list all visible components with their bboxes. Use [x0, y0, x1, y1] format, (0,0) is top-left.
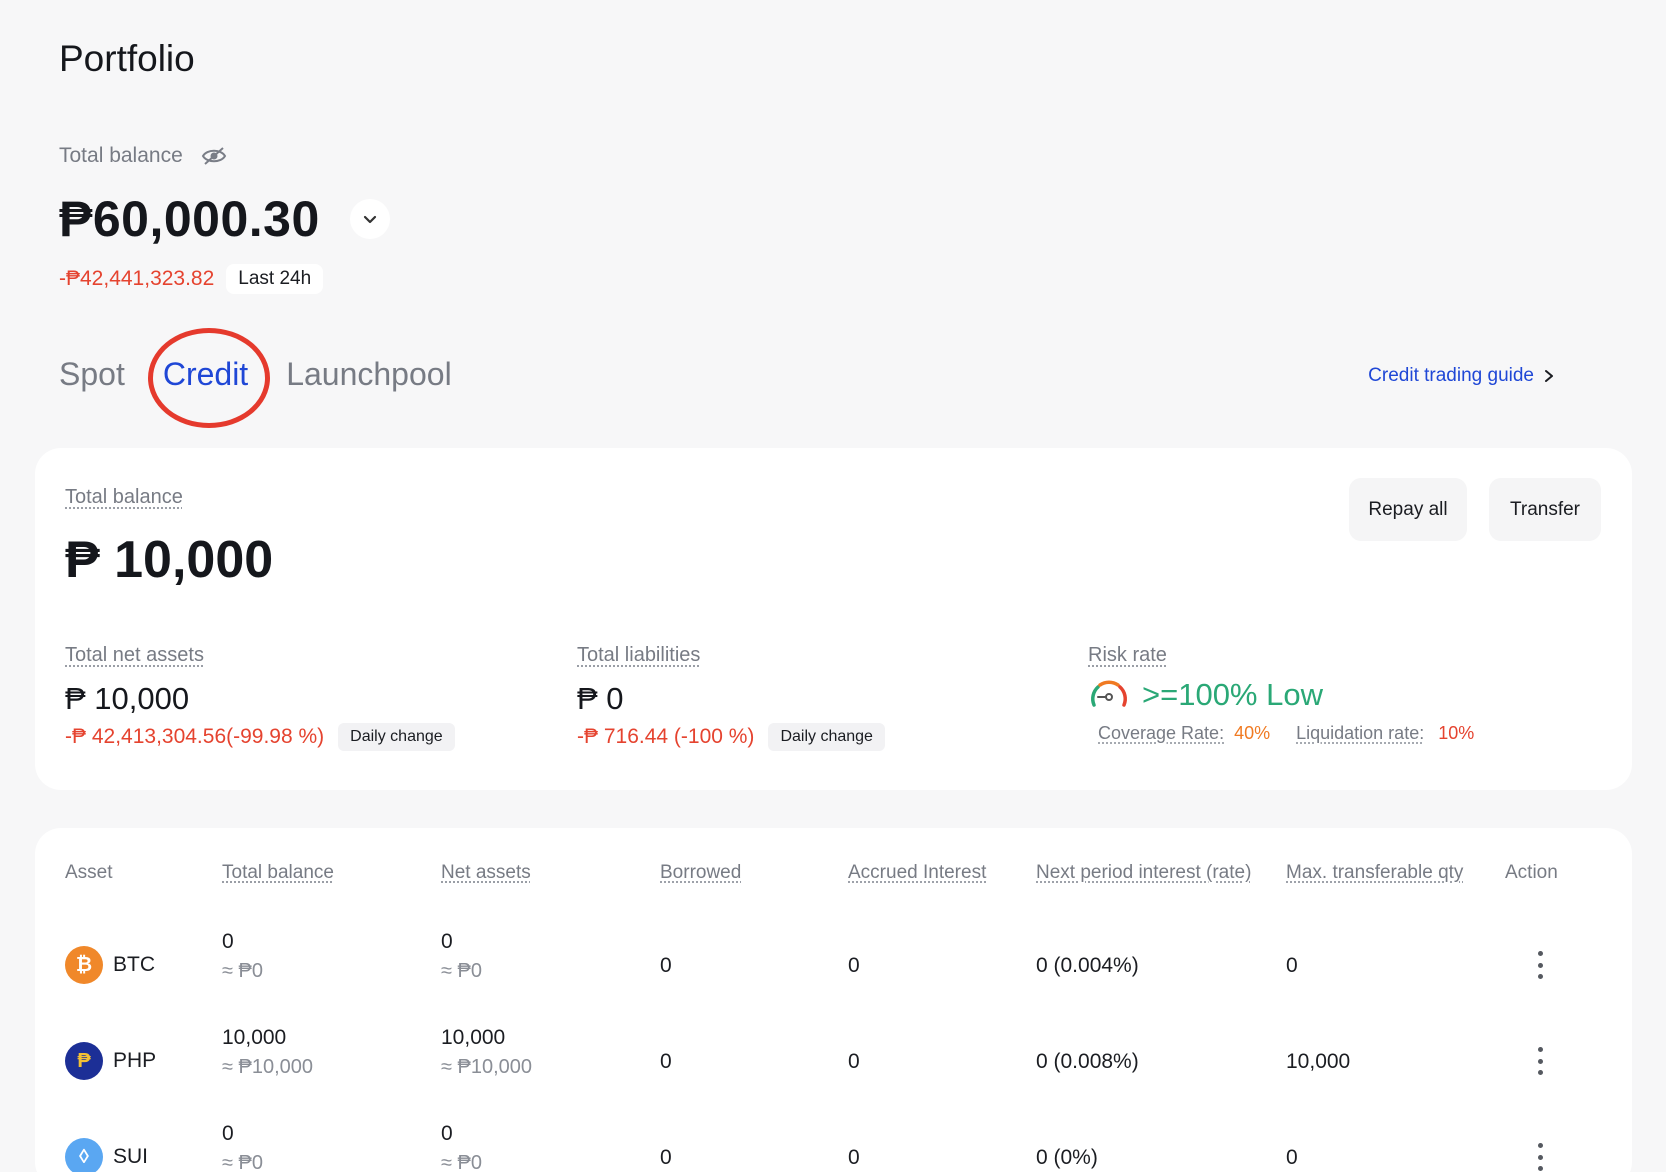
total-balance-amount: ₱60,000.30: [59, 190, 320, 248]
net-assets-change: -₱ 42,413,304.56(-99.98 %): [65, 725, 324, 749]
borrowed-cell: 0: [660, 1050, 672, 1074]
liabilities-metric: Total liabilities ₱ 0 -₱ 716.44 (-100 %)…: [577, 644, 885, 751]
period-badge: Last 24h: [226, 264, 323, 294]
max-transferable-cell: 0: [1286, 954, 1298, 978]
guide-link-label: Credit trading guide: [1368, 365, 1534, 387]
coverage-rate-label[interactable]: Coverage Rate:: [1098, 723, 1224, 744]
borrowed-cell: 0: [660, 1146, 672, 1170]
max-transferable-cell: 10,000: [1286, 1050, 1350, 1074]
header-total-balance[interactable]: Total balance: [222, 862, 334, 884]
more-vertical-icon[interactable]: [1525, 1044, 1555, 1078]
net-assets-value: 0: [441, 930, 453, 953]
coverage-rate-value: 40%: [1234, 723, 1270, 744]
net-assets-label[interactable]: Total net assets: [65, 644, 455, 667]
next-interest-cell: 0 (0%): [1036, 1146, 1098, 1170]
net-assets-value: ₱ 10,000: [65, 681, 455, 717]
more-vertical-icon[interactable]: [1525, 948, 1555, 982]
liabilities-change: -₱ 716.44 (-100 %): [577, 725, 754, 749]
net-assets-value: 10,000: [441, 1026, 505, 1049]
chevron-down-icon[interactable]: [350, 199, 390, 239]
total-balance-value: 10,000: [222, 1026, 286, 1049]
chevron-right-icon: [1542, 369, 1556, 383]
tab-spot[interactable]: Spot: [59, 356, 125, 393]
liquidation-rate-value: 10%: [1438, 723, 1474, 744]
total-balance-header: Total balance: [59, 144, 227, 168]
total-balance-label: Total balance: [59, 144, 183, 168]
header-net-assets[interactable]: Net assets: [441, 862, 531, 884]
transfer-button[interactable]: Transfer: [1489, 478, 1601, 541]
gauge-icon: [1088, 677, 1130, 713]
net-assets-value: 0: [441, 1122, 453, 1145]
net-assets-fiat: ≈ ₱0: [441, 1152, 482, 1172]
asset-cell: ₿ BTC: [65, 946, 155, 984]
daily-change-badge: Daily change: [768, 723, 885, 751]
daily-change-badge: Daily change: [338, 723, 455, 751]
repay-all-button[interactable]: Repay all: [1349, 478, 1467, 541]
assets-table: Asset Total balance Net assets Borrowed …: [35, 828, 1632, 1172]
net-assets-fiat: ≈ ₱0: [441, 960, 482, 983]
next-interest-cell: 0 (0.004%): [1036, 954, 1139, 978]
total-balance-cell: 10,000 ≈ ₱10,000: [222, 1026, 313, 1079]
total-balance-fiat: ≈ ₱0: [222, 1152, 263, 1172]
total-balance-fiat: ≈ ₱0: [222, 960, 263, 983]
header-next-period-interest[interactable]: Next period interest (rate): [1036, 862, 1251, 884]
btc-coin-icon: ₿: [65, 946, 103, 984]
net-assets-cell: 0 ≈ ₱0: [441, 1122, 482, 1172]
header-asset: Asset: [65, 862, 113, 884]
net-assets-fiat: ≈ ₱10,000: [441, 1056, 532, 1079]
asset-symbol: PHP: [113, 1049, 156, 1073]
net-assets-cell: 10,000 ≈ ₱10,000: [441, 1026, 532, 1079]
header-action: Action: [1505, 862, 1558, 884]
table-row: ₿ BTC 0 ≈ ₱0 0 ≈ ₱0 0 0 0 (0.004%) 0: [35, 922, 1632, 1012]
borrowed-cell: 0: [660, 954, 672, 978]
asset-symbol: BTC: [113, 953, 155, 977]
header-max-transferable[interactable]: Max. transferable qty: [1286, 862, 1463, 884]
sui-coin-icon: ◊: [65, 1138, 103, 1172]
credit-total-balance-label[interactable]: Total balance: [65, 486, 183, 509]
php-coin-icon: ₱: [65, 1042, 103, 1080]
balance-change-row: -₱42,441,323.82 Last 24h: [59, 264, 323, 294]
credit-summary-card: Total balance ₱ 10,000 Repay all Transfe…: [35, 448, 1632, 790]
tab-credit[interactable]: Credit: [163, 356, 248, 393]
total-balance-fiat: ≈ ₱10,000: [222, 1056, 313, 1079]
accrued-interest-cell: 0: [848, 954, 860, 978]
tab-credit-label: Credit: [163, 356, 248, 392]
table-row: ₱ PHP 10,000 ≈ ₱10,000 10,000 ≈ ₱10,000 …: [35, 1018, 1632, 1108]
total-balance-cell: 0 ≈ ₱0: [222, 1122, 263, 1172]
total-balance-value: 0: [222, 1122, 234, 1145]
risk-rate-value: >=100% Low: [1142, 677, 1323, 713]
liquidation-rate-label[interactable]: Liquidation rate:: [1296, 723, 1424, 744]
asset-symbol: SUI: [113, 1145, 148, 1169]
more-vertical-icon[interactable]: [1525, 1140, 1555, 1172]
total-balance-amount-row: ₱60,000.30: [59, 190, 390, 248]
next-interest-cell: 0 (0.008%): [1036, 1050, 1139, 1074]
risk-rate-label[interactable]: Risk rate: [1088, 644, 1474, 667]
liabilities-label[interactable]: Total liabilities: [577, 644, 885, 667]
credit-trading-guide-link[interactable]: Credit trading guide: [1368, 365, 1556, 387]
net-assets-cell: 0 ≈ ₱0: [441, 930, 482, 983]
liabilities-value: ₱ 0: [577, 681, 885, 717]
balance-change-value: -₱42,441,323.82: [59, 267, 214, 291]
risk-rate-metric: Risk rate >=100% Low Coverage Rate: 40% …: [1088, 644, 1474, 744]
header-accrued-interest[interactable]: Accrued Interest: [848, 862, 986, 884]
accrued-interest-cell: 0: [848, 1050, 860, 1074]
accrued-interest-cell: 0: [848, 1146, 860, 1170]
credit-total-balance-amount: ₱ 10,000: [65, 530, 273, 590]
eye-slash-icon[interactable]: [201, 146, 227, 166]
asset-cell: ◊ SUI: [65, 1138, 148, 1172]
page-title: Portfolio: [59, 38, 195, 80]
table-row: ◊ SUI 0 ≈ ₱0 0 ≈ ₱0 0 0 0 (0%) 0: [35, 1114, 1632, 1172]
total-balance-cell: 0 ≈ ₱0: [222, 930, 263, 983]
max-transferable-cell: 0: [1286, 1146, 1298, 1170]
portfolio-tabs: Spot Credit Launchpool: [59, 356, 452, 393]
net-assets-metric: Total net assets ₱ 10,000 -₱ 42,413,304.…: [65, 644, 455, 751]
tab-launchpool[interactable]: Launchpool: [286, 356, 451, 393]
asset-cell: ₱ PHP: [65, 1042, 156, 1080]
total-balance-value: 0: [222, 930, 234, 953]
header-borrowed[interactable]: Borrowed: [660, 862, 741, 884]
